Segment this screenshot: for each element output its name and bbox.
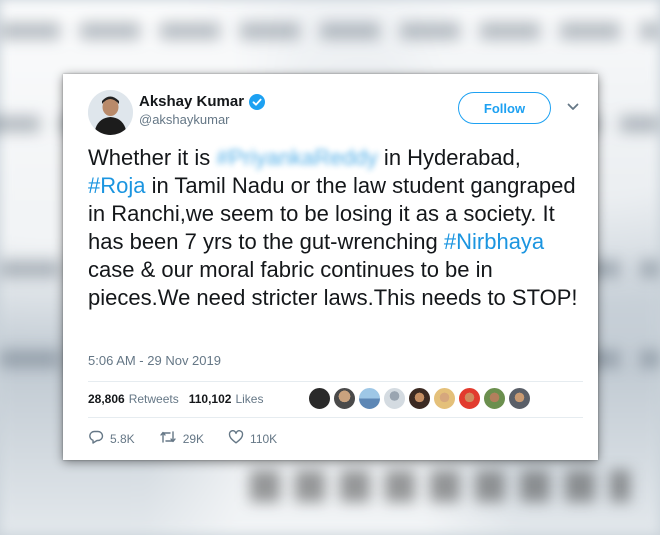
retweet-icon [159, 429, 183, 448]
like-count: 110K [250, 431, 278, 446]
blurred-background-row [0, 22, 660, 40]
reply-button[interactable]: 5.8K [88, 429, 135, 448]
liker-avatar[interactable] [433, 387, 456, 410]
retweet-count: 29K [182, 431, 205, 446]
display-name[interactable]: Akshay Kumar [139, 93, 266, 110]
tweet-text-part: case & our moral fabric continues to be … [88, 257, 578, 310]
likes-stat[interactable]: 110,102 Likes [189, 392, 264, 406]
liker-avatar[interactable] [383, 387, 406, 410]
like-icon [228, 429, 250, 448]
divider [88, 417, 583, 418]
likes-count: 110,102 [188, 392, 232, 406]
hashtag-link-nirbhaya[interactable]: #Nirbhaya [444, 229, 544, 254]
tweet-text-part: in Hyderabad, [377, 145, 521, 170]
liker-avatar[interactable] [458, 387, 481, 410]
user-handle[interactable]: @akshaykumar [139, 112, 230, 127]
hashtag-link-roja[interactable]: #Roja [88, 173, 145, 198]
tweet-actions: 5.8K 29K 110K [88, 429, 301, 448]
tweet-card: Akshay Kumar @akshaykumar Follow Whether… [63, 74, 598, 460]
liker-avatar[interactable] [308, 387, 331, 410]
avatar[interactable] [88, 90, 133, 135]
tweet-text-part: Whether it is [88, 145, 217, 170]
chevron-down-icon[interactable] [566, 100, 580, 114]
liker-avatar[interactable] [358, 387, 381, 410]
tweet-timestamp[interactable]: 5:06 AM - 29 Nov 2019 [88, 353, 221, 368]
blurred-background-faces [250, 470, 630, 502]
follow-button[interactable]: Follow [458, 92, 551, 124]
retweets-stat[interactable]: 28,806 Retweets [88, 392, 179, 406]
reply-count: 5.8K [110, 431, 135, 446]
liker-avatar[interactable] [508, 387, 531, 410]
retweets-count: 28,806 [88, 392, 125, 406]
liker-avatar[interactable] [333, 387, 356, 410]
retweets-label: Retweets [128, 392, 179, 406]
liker-avatar[interactable] [408, 387, 431, 410]
liker-avatar[interactable] [483, 387, 506, 410]
reply-icon [88, 429, 110, 448]
liker-avatars [308, 387, 533, 410]
retweet-button[interactable]: 29K [159, 429, 204, 448]
display-name-text[interactable]: Akshay Kumar [139, 93, 244, 110]
like-button[interactable]: 110K [228, 429, 277, 448]
verified-badge-icon [249, 93, 266, 110]
engagement-stats: 28,806 Retweets 110,102 Likes [88, 381, 583, 417]
tweet-text: Whether it is #PriyankaReddy in Hyderaba… [88, 144, 583, 312]
likes-label: Likes [235, 392, 264, 406]
blurred-hashtag-link[interactable]: #PriyankaReddy [216, 145, 377, 170]
